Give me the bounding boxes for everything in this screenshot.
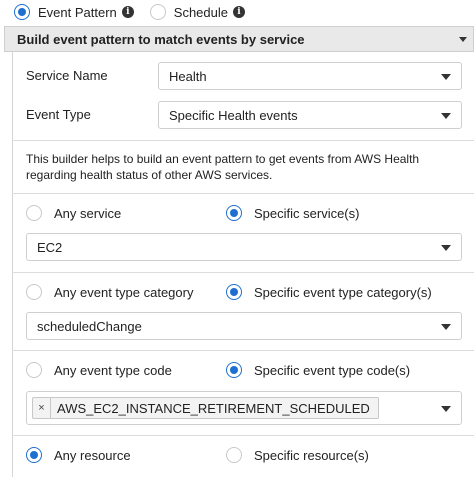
service-name-select[interactable]: Health [158, 62, 462, 90]
chevron-down-icon [441, 74, 451, 80]
selected-code-value: AWS_EC2_INSTANCE_RETIREMENT_SCHEDULED [57, 400, 370, 416]
event-pattern-radio[interactable] [14, 4, 30, 20]
specific-code-option[interactable]: Specific event type code(s) [226, 362, 410, 378]
event-type-value: Specific Health events [169, 107, 298, 123]
chevron-down-icon [441, 113, 451, 119]
any-code-label: Any event type code [54, 362, 172, 378]
category-select[interactable]: scheduledChange [26, 312, 462, 340]
any-code-radio[interactable] [26, 362, 42, 378]
schedule-label[interactable]: Schedule [174, 5, 228, 20]
schedule-info-icon[interactable]: i [233, 6, 245, 18]
chevron-down-icon [441, 406, 451, 412]
specific-category-radio[interactable] [226, 284, 242, 300]
divider [12, 193, 474, 194]
specific-service-radio[interactable] [226, 205, 242, 221]
builder-type-dropdown[interactable]: Build event pattern to match events by s… [4, 26, 474, 52]
specific-service-option[interactable]: Specific service(s) [226, 205, 359, 221]
any-service-label: Any service [54, 205, 122, 221]
divider [12, 272, 474, 273]
any-resource-option[interactable]: Any resource [26, 447, 131, 463]
builder-description: This builder helps to build an event pat… [26, 152, 420, 182]
specific-category-option[interactable]: Specific event type category(s) [226, 284, 432, 300]
event-type-label: Event Type [26, 107, 91, 122]
event-type-select[interactable]: Specific Health events [158, 101, 462, 129]
remove-chip-icon[interactable]: × [33, 398, 51, 418]
specific-category-label: Specific event type category(s) [254, 284, 432, 300]
service-name-label: Service Name [26, 68, 108, 83]
category-value: scheduledChange [37, 318, 142, 334]
schedule-radio[interactable] [149, 4, 166, 20]
selected-code-chip: × AWS_EC2_INSTANCE_RETIREMENT_SCHEDULED [32, 397, 379, 419]
specific-resource-radio[interactable] [226, 447, 242, 463]
chevron-down-icon [441, 245, 451, 251]
service-value: EC2 [37, 239, 63, 255]
specific-service-label: Specific service(s) [254, 205, 360, 221]
any-service-option[interactable]: Any service [26, 205, 121, 221]
any-category-radio[interactable] [26, 284, 42, 300]
event-pattern-label[interactable]: Event Pattern [38, 5, 117, 20]
any-code-option[interactable]: Any event type code [26, 362, 172, 378]
event-code-multiselect[interactable]: × AWS_EC2_INSTANCE_RETIREMENT_SCHEDULED [26, 391, 462, 425]
chevron-down-icon [441, 324, 451, 330]
divider [12, 140, 474, 141]
builder-type-label: Build event pattern to match events by s… [17, 31, 305, 47]
specific-resource-label: Specific resource(s) [254, 447, 369, 463]
pattern-mode-selector: Event Pattern i Schedule i [14, 2, 245, 22]
any-service-radio[interactable] [26, 205, 42, 221]
service-select[interactable]: EC2 [26, 233, 462, 261]
specific-code-radio[interactable] [226, 362, 242, 378]
any-resource-label: Any resource [54, 447, 131, 463]
any-resource-radio[interactable] [26, 447, 42, 463]
divider [12, 435, 474, 436]
any-category-option[interactable]: Any event type category [26, 284, 193, 300]
specific-code-label: Specific event type code(s) [254, 362, 411, 378]
any-category-label: Any event type category [54, 284, 194, 300]
event-pattern-info-icon[interactable]: i [121, 6, 134, 18]
chevron-down-icon [459, 37, 467, 42]
service-name-value: Health [169, 68, 207, 84]
specific-resource-option[interactable]: Specific resource(s) [226, 447, 369, 463]
divider [12, 350, 474, 351]
